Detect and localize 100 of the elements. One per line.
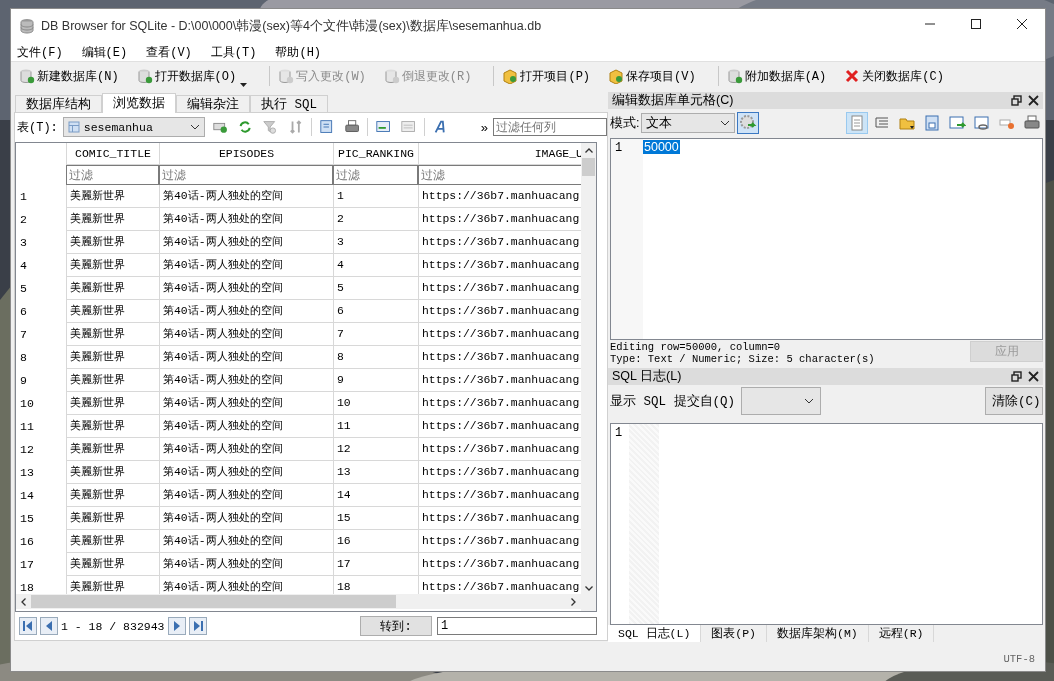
vertical-scrollbar[interactable] — [581, 143, 596, 611]
window-title: DB Browser for SQLite - D:\00\000\韩漫(sex)等4个文件\韩漫(sex)\数据库\sesemanhua.db — [41, 17, 542, 35]
row-number: 4 — [19, 258, 28, 274]
save-table-icon[interactable] — [318, 118, 335, 136]
sort-icon[interactable] — [287, 118, 304, 136]
table-cell: 4 — [333, 254, 418, 277]
window-link-icon — [973, 114, 991, 132]
column-filter-field[interactable]: 过滤 — [333, 165, 418, 185]
float-icon[interactable] — [1011, 95, 1022, 106]
float-icon[interactable] — [1011, 371, 1022, 382]
table-cell: 第40话-两人独处的空间 — [159, 415, 333, 438]
horizontal-scrollbar[interactable] — [16, 594, 581, 609]
next-page-icon[interactable] — [167, 617, 186, 635]
scroll-thumb[interactable] — [582, 158, 595, 176]
table-cell: 2 — [333, 208, 418, 231]
column-filter-field[interactable]: 过滤 — [418, 165, 583, 185]
toolbar-button[interactable]: 附加数据库(A) — [724, 65, 833, 87]
table-select[interactable]: sesemanhua — [62, 117, 205, 137]
row-number: 14 — [19, 488, 35, 504]
more-indicator[interactable]: » — [480, 119, 489, 135]
toolbar-button[interactable]: 新建数据库(N) — [17, 65, 125, 87]
scroll-right-icon[interactable] — [571, 597, 576, 606]
first-page-icon[interactable] — [19, 617, 37, 635]
toolbar-button[interactable]: 关闭数据库(C) — [842, 65, 950, 87]
mode-select[interactable]: 文本 — [641, 113, 736, 133]
cell-info-text: Editing row=50000, column=0 — [610, 341, 782, 353]
panel-title: 编辑数据库单元格(C) — [612, 92, 734, 109]
table-cell: 美麗新世界 — [66, 277, 159, 300]
row-number: 8 — [19, 350, 28, 366]
table-cell: 17 — [333, 553, 418, 576]
menu-item[interactable]: 文件(F) — [17, 43, 70, 61]
row-number: 18 — [19, 580, 35, 594]
close-icon[interactable] — [1028, 95, 1039, 106]
menu-item[interactable]: 帮助(H) — [275, 43, 329, 61]
clear-filter-icon[interactable] — [262, 118, 279, 136]
column-filter-field[interactable]: 过滤 — [66, 165, 159, 185]
table-cell: 第40话-两人独处的空间 — [159, 507, 333, 530]
goto-button[interactable]: 转到: — [360, 616, 432, 636]
filter-field[interactable]: 过滤任何列 — [493, 118, 608, 136]
cell-editor[interactable]: 1 50000 — [610, 138, 1043, 340]
table-cell: 第40话-两人独处的空间 — [159, 553, 333, 576]
save-icon — [923, 114, 941, 132]
editor-tool-button[interactable] — [846, 112, 868, 134]
table-cell: 美麗新世界 — [66, 530, 159, 553]
scroll-down-icon[interactable] — [584, 586, 593, 591]
tab[interactable]: 执行 SQL — [250, 95, 328, 112]
menu-item[interactable]: 查看(V) — [146, 43, 199, 61]
table-cell: 6 — [333, 300, 418, 323]
auto-format-icon[interactable] — [737, 112, 760, 134]
table-cell: 第40话-两人独处的空间 — [159, 392, 333, 415]
print-icon — [1023, 114, 1041, 132]
chevron-down-icon — [189, 124, 200, 130]
menu-item[interactable]: 编辑(E) — [81, 43, 135, 61]
toolbar-button[interactable]: 打开项目(P) — [500, 65, 597, 87]
table-cell: 第40话-两人独处的空间 — [159, 530, 333, 553]
table-cell: 美麗新世界 — [66, 231, 159, 254]
caret-icon[interactable] — [240, 83, 248, 87]
table-cell: 16 — [333, 530, 418, 553]
database-icon — [19, 68, 35, 84]
log-source-label: 显示 SQL 提交自(Q) — [610, 393, 735, 410]
table-cell: 美麗新世界 — [66, 323, 159, 346]
tab[interactable]: 浏览数据 — [102, 93, 176, 113]
menu-item[interactable]: 工具(T) — [210, 43, 264, 61]
cell-value: 50000 — [643, 140, 680, 154]
chevron-down-icon — [804, 398, 814, 404]
tab[interactable]: 数据库结构 — [15, 95, 102, 112]
clear-button[interactable]: 清除(C) — [985, 387, 1043, 415]
scroll-left-icon[interactable] — [21, 597, 26, 606]
table-cell: 美麗新世界 — [66, 369, 159, 392]
panel-title: SQL 日志(L) — [612, 368, 682, 385]
close-icon[interactable] — [1028, 371, 1039, 382]
cross-icon — [844, 68, 861, 84]
column-filter-field[interactable]: 过滤 — [159, 165, 333, 185]
tab[interactable]: SQL 日志(L) — [608, 625, 702, 642]
tab[interactable]: 编辑杂注 — [176, 95, 250, 112]
table-cell: 第40话-两人独处的空间 — [159, 369, 333, 392]
sql-log-editor[interactable]: 1 — [610, 423, 1043, 625]
table-cell: 美麗新世界 — [66, 484, 159, 507]
table-cell: 美麗新世界 — [66, 208, 159, 231]
toolbar-button[interactable]: 打开数据库(O) — [134, 65, 254, 87]
last-page-icon[interactable] — [188, 617, 207, 635]
table-cell: 美麗新世界 — [66, 553, 159, 576]
database-icon — [136, 68, 153, 84]
table-cell: 美麗新世界 — [66, 254, 159, 277]
table-cell: 美麗新世界 — [66, 346, 159, 369]
goto-field[interactable]: 1 — [437, 617, 597, 635]
row-number: 3 — [19, 235, 28, 251]
scroll-up-icon[interactable] — [584, 148, 593, 153]
toolbar-button[interactable]: 保存项目(V) — [606, 65, 702, 87]
table-cell: 第40话-两人独处的空间 — [159, 208, 333, 231]
row-number: 2 — [19, 212, 28, 228]
row-number: 9 — [19, 373, 28, 389]
table-cell: 10 — [333, 392, 418, 415]
row-number: 11 — [19, 419, 35, 435]
row-number: 7 — [19, 327, 28, 343]
scroll-thumb[interactable] — [31, 595, 396, 608]
previous-page-icon[interactable] — [40, 617, 58, 635]
row-number: 6 — [19, 304, 28, 320]
table-cell: 第40话-两人独处的空间 — [159, 185, 333, 208]
table-cell: 第40话-两人独处的空间 — [159, 300, 333, 323]
